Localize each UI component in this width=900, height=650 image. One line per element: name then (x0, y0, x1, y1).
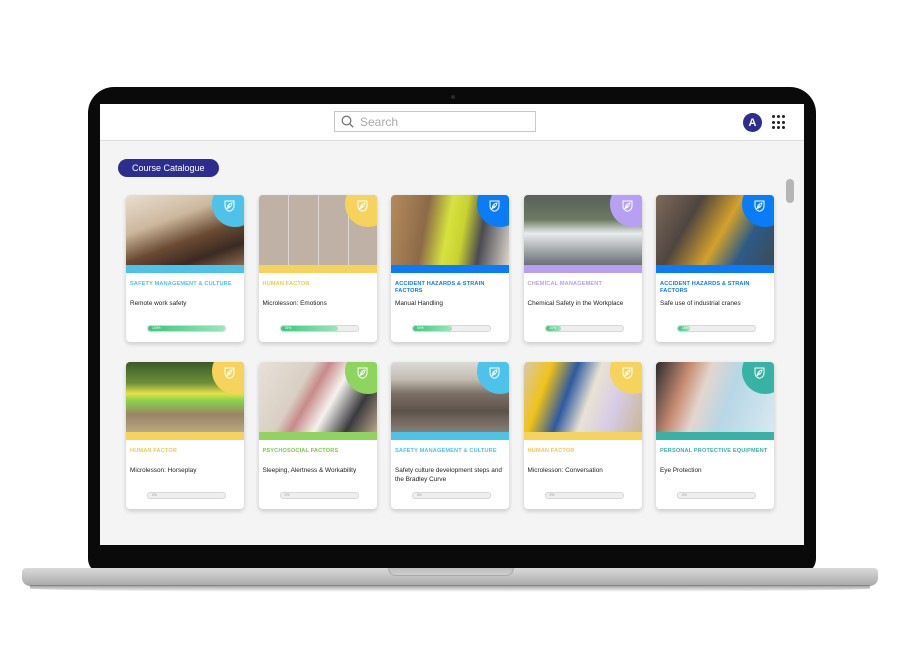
course-card[interactable]: Accident Hazards & Strain Factors Manual… (391, 195, 509, 342)
category-strip (126, 265, 244, 273)
course-category: Chemical Management (527, 281, 603, 287)
course-category: Psychosocial Factors (262, 448, 339, 454)
progress-bar: 0% (147, 492, 226, 499)
course-title[interactable]: Remote work safety (130, 300, 240, 309)
shield-leaf-icon (224, 200, 235, 212)
course-catalogue-badge[interactable]: Course Catalogue (118, 159, 219, 177)
progress-bar: 100% (147, 325, 226, 332)
course-card[interactable]: Human Factor Microlesson: Emotions 75% (258, 195, 377, 342)
top-bar: A (100, 104, 804, 141)
progress-label: 0% (284, 493, 290, 497)
progress-label: 20% (549, 326, 557, 330)
course-category: Personal Protective Equipment (660, 448, 768, 454)
category-strip (656, 432, 774, 440)
course-title[interactable]: Safe use of industrial cranes (660, 300, 770, 309)
course-title[interactable]: Sleeping, Alertness & Workability (263, 467, 373, 476)
grid-dots-icon[interactable] (772, 115, 787, 130)
laptop-shadow (30, 585, 870, 592)
progress-bar: 0% (279, 492, 359, 499)
progress-label: 0% (152, 493, 157, 497)
scrollbar-thumb[interactable] (786, 179, 794, 203)
course-category: Accident Hazards & Strain Factors (395, 281, 485, 294)
course-card[interactable]: Safety Management & Culture Safety cultu… (391, 362, 509, 509)
shield-leaf-icon (224, 367, 235, 379)
progress-bar: 0% (544, 492, 624, 499)
course-card[interactable]: Human Factor Microlesson: Conversation 0… (523, 362, 642, 509)
shield-leaf-icon (622, 367, 632, 379)
category-strip (258, 265, 377, 273)
user-avatar[interactable]: A (743, 113, 762, 132)
category-strip (523, 265, 642, 273)
shield-leaf-icon (622, 200, 632, 212)
search-input[interactable] (360, 114, 510, 129)
course-title[interactable]: Microlesson: Horseplay (130, 467, 240, 476)
progress-bar: 20% (544, 325, 624, 332)
progress-bar: 75% (279, 325, 359, 332)
course-title[interactable]: Eye Protection (660, 467, 770, 476)
course-category: Human Factor (527, 448, 575, 454)
shield-leaf-icon (489, 367, 500, 379)
search-icon (341, 115, 354, 128)
camera-dot (451, 95, 455, 99)
category-strip (523, 432, 642, 440)
course-category: Human Factor (262, 281, 310, 287)
course-card[interactable]: Psychosocial Factors Sleeping, Alertness… (258, 362, 377, 509)
progress-label: 50% (417, 326, 424, 330)
course-title[interactable]: Microlesson: Emotions (263, 300, 373, 309)
category-strip (258, 432, 377, 440)
shield-leaf-icon (489, 200, 500, 212)
progress-label: 0% (682, 493, 687, 497)
shield-leaf-icon (754, 367, 765, 379)
course-title[interactable]: Microlesson: Conversation (528, 467, 638, 476)
course-category: Accident Hazards & Strain Factors (660, 281, 750, 294)
category-strip (126, 432, 244, 440)
course-card[interactable]: Human Factor Microlesson: Horseplay 0% (126, 362, 244, 509)
category-strip (656, 265, 774, 273)
category-strip (391, 432, 509, 440)
shield-leaf-icon (357, 200, 367, 212)
progress-label: 15% (682, 326, 689, 330)
course-title[interactable]: Manual Handling (395, 300, 505, 309)
progress-label: 0% (549, 493, 555, 497)
progress-bar: 0% (412, 492, 491, 499)
app-screen: A Course Catalogue Safety Management & C… (100, 104, 804, 545)
course-card[interactable]: Accident Hazards & Strain Factors Safe u… (656, 195, 774, 342)
search-box[interactable] (334, 111, 536, 132)
course-title[interactable]: Chemical Safety in the Workplace (528, 300, 638, 309)
category-strip (391, 265, 509, 273)
shield-leaf-icon (754, 200, 765, 212)
progress-bar: 0% (677, 492, 756, 499)
laptop-notch (388, 568, 514, 576)
course-title[interactable]: Safety culture development steps and the… (395, 467, 505, 484)
course-category: Safety Management & Culture (130, 281, 232, 287)
course-category: Safety Management & Culture (395, 448, 497, 454)
course-card[interactable]: Safety Management & Culture Remote work … (126, 195, 244, 342)
course-category: Human Factor (130, 448, 178, 454)
shield-leaf-icon (357, 367, 367, 379)
progress-label: 0% (417, 493, 422, 497)
course-grid: Safety Management & Culture Remote work … (126, 195, 774, 509)
progress-bar: 15% (677, 325, 756, 332)
progress-bar: 50% (412, 325, 491, 332)
course-card[interactable]: Personal Protective Equipment Eye Protec… (656, 362, 774, 509)
course-card[interactable]: Chemical Management Chemical Safety in t… (523, 195, 642, 342)
progress-label: 75% (284, 326, 292, 330)
progress-label: 100% (152, 326, 161, 330)
